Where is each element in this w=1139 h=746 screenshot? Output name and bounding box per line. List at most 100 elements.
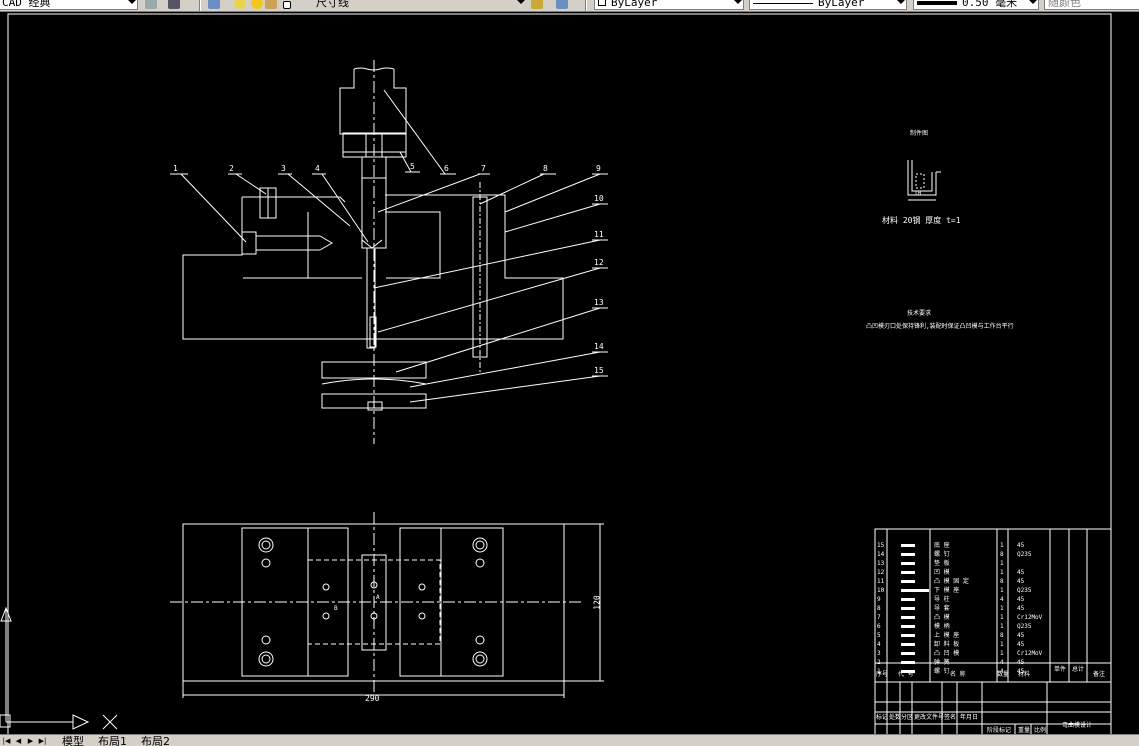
color-dropdown[interactable]: ByLayer: [594, 0, 744, 10]
table-row: 4 卸 料 板 1 45: [876, 640, 1111, 649]
dim-width: 290: [365, 694, 380, 703]
table-cell-mat: 45: [1017, 569, 1025, 576]
color-swatch-icon: [598, 0, 606, 6]
last-tab-icon[interactable]: ▶|: [38, 736, 47, 746]
table-cell-mat: Q235: [1017, 623, 1032, 630]
table-cell-code: [901, 598, 915, 601]
toolbar: CAD 经典 尺寸线 ByLayer ByLayer 0.50 毫米 随颜色: [0, 0, 1139, 12]
separator: [199, 0, 201, 11]
title-weight: 重量: [1018, 727, 1031, 734]
balloon-12: 12: [594, 258, 604, 267]
tech-req-text: 凸凹模刃口处保持锋利,装配时保证凸凹模与工作台平行: [866, 323, 1014, 330]
balloon-4: 4: [315, 164, 320, 173]
table-cell-name: 凸 模: [934, 614, 950, 621]
lightbulb-icon[interactable]: [234, 0, 246, 9]
table-cell-qty: 1: [1000, 542, 1004, 549]
table-cell-code: [901, 580, 915, 583]
title-count: 处数: [889, 714, 902, 721]
table-cell-no: 3: [877, 650, 881, 657]
tech-req-title: 技术要求: [907, 310, 932, 317]
table-cell-qty: 1: [1000, 641, 1004, 648]
table-cell-name: 模 柄: [934, 623, 950, 630]
table-cell-no: 14: [877, 551, 885, 558]
lock-icon[interactable]: [265, 0, 277, 9]
table-header-qty: 数量: [997, 671, 1010, 678]
table-cell-name: 上 模 座: [934, 632, 960, 639]
lineweight-dropdown[interactable]: 0.50 毫米: [913, 0, 1039, 10]
table-cell-name: 凹 模: [934, 569, 950, 576]
table-header-mat: 材料: [1018, 671, 1031, 678]
table-cell-code: [901, 643, 915, 646]
table-cell-qty: 1: [1000, 560, 1004, 567]
table-cell-qty: 4: [1000, 596, 1004, 603]
tab-layout2[interactable]: 布局2: [141, 735, 170, 746]
table-row: 3 凸 凹 模 1 Cr12MoV: [876, 649, 1111, 658]
workspace-dropdown[interactable]: CAD 经典: [0, 0, 138, 10]
layer-states-icon[interactable]: [531, 0, 543, 9]
sun-icon[interactable]: [251, 0, 263, 9]
title-zone: 分区: [901, 714, 914, 721]
tab-layout1[interactable]: 布局1: [98, 735, 127, 746]
table-cell-code: [901, 652, 915, 655]
balloon-10: 10: [594, 194, 604, 203]
balloon-3: 3: [281, 164, 286, 173]
drawing-canvas[interactable]: 1 2 3 4 5 6 7 8 9 10 11 12 13 14 15 290 …: [0, 12, 1139, 734]
dim-height: 120: [592, 595, 602, 610]
top-view: [170, 512, 604, 698]
table-cell-no: 6: [877, 623, 881, 630]
layer-previous-icon[interactable]: [556, 0, 568, 9]
table-header-name: 名 称: [950, 671, 966, 678]
table-cell-mat: Q235: [1017, 587, 1032, 594]
table-row: 7 凸 模 1 Cr12MoV: [876, 613, 1111, 622]
table-cell-mat: Cr12MoV: [1017, 650, 1043, 657]
table-cell-mat: Cr12MoV: [1017, 614, 1043, 621]
table-cell-no: 4: [877, 641, 881, 648]
table-row: 14 螺 钉 8 Q235: [876, 550, 1111, 559]
tab-model[interactable]: 模型: [62, 735, 84, 746]
next-tab-icon[interactable]: ▶: [26, 736, 35, 746]
chevron-down-icon: [1029, 0, 1037, 4]
title-stage: 阶段标记: [987, 727, 1012, 734]
parts-table: 15 底 座 1 45 14 螺 钉 8 Q235 13 垫 板 1 12 凹 模 1 45 11 凸 模 固 …: [876, 541, 1111, 676]
balloon-11: 11: [594, 230, 604, 239]
table-cell-code: [901, 544, 915, 547]
balloon-5: 5: [410, 162, 415, 171]
linetype-dropdown[interactable]: ByLayer: [749, 0, 907, 10]
layer-icon[interactable]: [208, 0, 220, 9]
table-cell-qty: 1: [1000, 623, 1004, 630]
table-cell-qty: 1: [1000, 650, 1004, 657]
table-cell-qty: 1: [1000, 587, 1004, 594]
table-header-total: 总计: [1072, 666, 1085, 673]
title-sign: 签名: [944, 714, 957, 721]
balloon-15: 15: [594, 366, 604, 375]
layer-label: 尺寸线: [316, 0, 349, 9]
table-row: 13 垫 板 1: [876, 559, 1111, 568]
table-cell-mat: 45: [1017, 542, 1025, 549]
table-cell-no: 9: [877, 596, 881, 603]
table-cell-code: [901, 625, 915, 628]
balloon-8: 8: [543, 164, 548, 173]
first-tab-icon[interactable]: |◀: [2, 736, 11, 746]
table-cell-mat: 45: [1017, 659, 1025, 666]
table-cell-qty: 8: [1000, 578, 1004, 585]
table-cell-name: 凸 凹 模: [934, 650, 960, 657]
table-row: 10 下 模 座 1 Q235: [876, 586, 1111, 595]
table-row: 11 凸 模 固 定 8 45: [876, 577, 1111, 586]
title-mark: 标记: [876, 714, 889, 721]
ucs-icon: [0, 606, 118, 730]
part-view-title: 制件图: [910, 130, 929, 137]
table-cell-name: 卸 料 板: [934, 641, 960, 648]
chevron-down-icon: [897, 0, 905, 4]
prev-tab-icon[interactable]: ◀: [14, 736, 23, 746]
table-cell-name: 下 模 座: [934, 587, 960, 594]
table-cell-no: 12: [877, 569, 885, 576]
toolbar-icon[interactable]: [168, 0, 180, 9]
balloon-7: 7: [481, 164, 486, 173]
table-cell-name: 凸 模 固 定: [934, 578, 969, 585]
linetype-label: ByLayer: [818, 0, 865, 9]
workspace-settings-icon[interactable]: [145, 0, 157, 9]
balloon-14: 14: [594, 342, 604, 351]
table-cell-code: [901, 634, 915, 637]
lineweight-label: 0.50 毫米: [962, 0, 1018, 9]
layer-dropdown[interactable]: 尺寸线: [292, 0, 527, 10]
